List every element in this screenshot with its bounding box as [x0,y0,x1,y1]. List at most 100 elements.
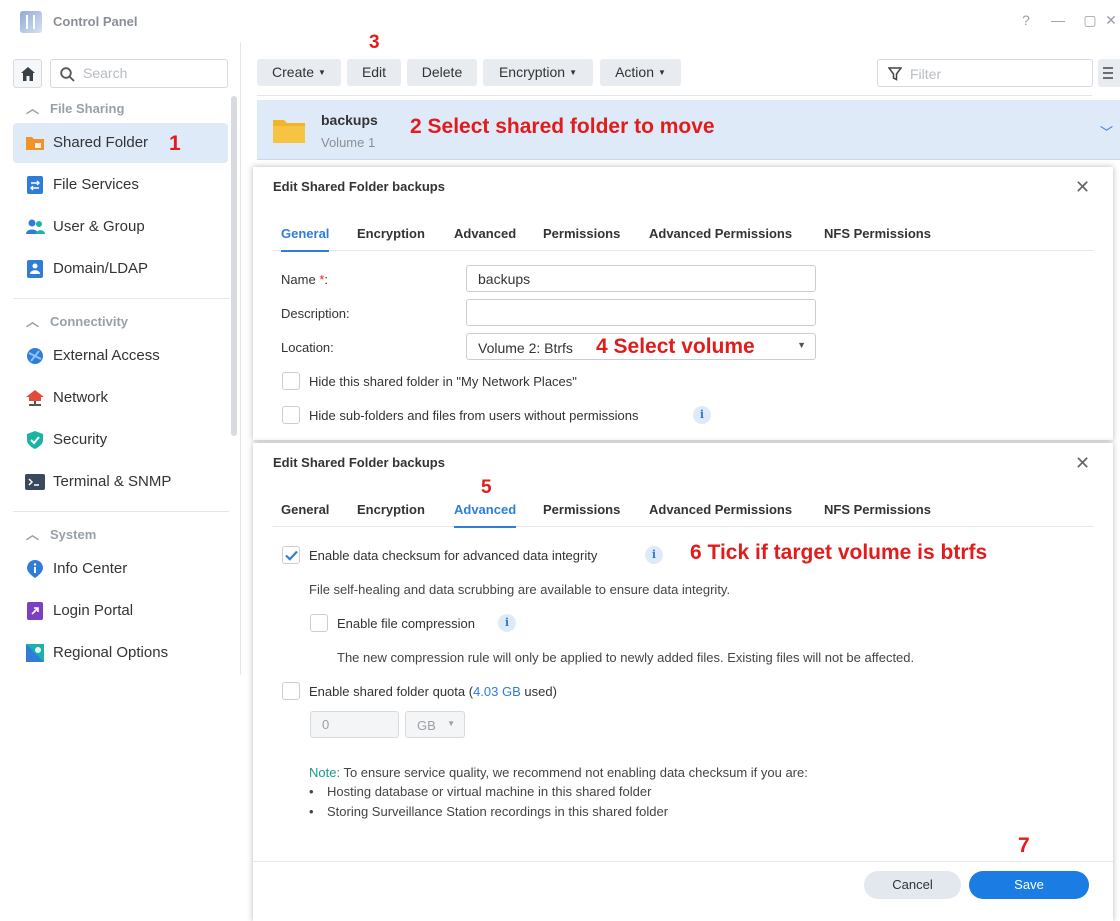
sidebar-item-external-access[interactable]: External Access [13,336,228,376]
control-panel-icon [20,11,42,33]
location-value: Volume 2: Btrfs [478,340,573,356]
name-label: Name *: [281,272,328,287]
annotation-step-2: 2 Select shared folder to move [410,115,715,138]
domain-ldap-icon [27,260,43,278]
sidebar-item-network[interactable]: Network [13,378,228,418]
chevron-up-icon: ︿ [26,527,40,542]
chevron-down-icon[interactable]: ﹀ [1100,122,1113,141]
info-icon[interactable]: i [693,406,711,424]
create-button[interactable]: Create ▼ [257,59,341,86]
dialog-tabs: General Encryption Advanced Permissions … [273,493,1093,528]
terminal-icon [25,474,45,490]
sidebar-item-label: File Services [53,176,139,193]
login-portal-icon [27,602,43,620]
minimize-icon[interactable]: — [1049,12,1067,28]
quota-label: Enable shared folder quota (4.03 GB used… [309,684,557,699]
sidebar-item-file-services[interactable]: File Services [13,165,228,205]
tab-permissions[interactable]: Permissions [543,226,620,241]
view-options-button[interactable] [1098,59,1120,87]
list-view-icon [1103,67,1113,79]
tab-permissions[interactable]: Permissions [543,502,620,517]
sidebar-item-login-portal[interactable]: Login Portal [13,591,228,631]
chevron-up-icon: ︿ [26,101,40,116]
annotation-step-6: 6 Tick if target volume is btrfs [690,541,988,564]
sidebar-item-security[interactable]: Security [13,420,228,460]
search-input[interactable] [83,65,223,81]
sidebar-item-label: Network [53,389,109,406]
edit-shared-folder-dialog-general: Edit Shared Folder backups ✕ General Enc… [253,167,1113,440]
section-system[interactable]: ︿ System [26,524,96,543]
sidebar-item-label: Info Center [53,560,128,577]
hide-subfolders-checkbox[interactable] [282,406,300,424]
cancel-button[interactable]: Cancel [864,871,961,899]
sidebar-item-user-group[interactable]: User & Group [13,207,228,247]
maximize-icon[interactable]: ▢ [1081,12,1099,29]
tab-advanced-permissions[interactable]: Advanced Permissions [649,226,792,241]
section-file-sharing[interactable]: ︿ File Sharing [26,98,124,117]
edit-button[interactable]: Edit [347,59,401,86]
name-field[interactable] [466,265,816,292]
tab-general[interactable]: General [281,226,330,252]
close-icon[interactable]: ✕ [1075,177,1090,198]
encryption-button[interactable]: Encryption ▼ [483,59,593,86]
data-checksum-label: Enable data checksum for advanced data i… [309,548,598,563]
chevron-up-icon: ︿ [26,314,40,329]
sidebar-item-regional-options[interactable]: Regional Options [13,633,228,673]
shared-folder-icon [26,137,44,150]
annotation-step-1: 1 [169,132,181,155]
annotation-step-5: 5 [481,477,492,498]
home-icon [21,67,35,81]
info-icon[interactable]: i [498,614,516,632]
sidebar-item-label: Security [53,431,108,448]
security-shield-icon [27,431,43,449]
sidebar-item-label: Domain/LDAP [53,260,149,277]
save-button[interactable]: Save [969,871,1089,899]
sidebar-item-terminal-snmp[interactable]: Terminal & SNMP [13,462,228,502]
quota-checkbox[interactable] [282,682,300,700]
tab-nfs-permissions[interactable]: NFS Permissions [824,226,931,241]
sidebar-search[interactable] [50,59,228,88]
tab-encryption[interactable]: Encryption [357,226,425,241]
sidebar-item-shared-folder[interactable]: Shared Folder [13,123,228,163]
annotation-step-4: 4 Select volume [596,335,759,359]
description-field[interactable] [466,299,816,326]
hide-network-places-checkbox[interactable] [282,372,300,390]
quota-used-link[interactable]: 4.03 GB [473,684,521,699]
tab-nfs-permissions[interactable]: NFS Permissions [824,502,931,517]
annotation-step-7: 7 [1018,834,1030,857]
dialog-title: Edit Shared Folder backups [273,455,445,470]
help-icon[interactable]: ? [1017,12,1035,28]
tab-advanced[interactable]: Advanced [454,502,517,528]
tab-advanced-permissions[interactable]: Advanced Permissions [649,502,792,517]
caret-down-icon: ▼ [658,68,666,77]
sidebar-item-info-center[interactable]: Info Center [13,549,228,589]
dialog-title: Edit Shared Folder backups [273,179,445,194]
file-compression-label: Enable file compression [337,616,476,631]
toolbar-divider [257,95,1092,96]
info-icon[interactable]: i [645,546,663,564]
tab-advanced[interactable]: Advanced [454,226,516,241]
quota-unit-select[interactable]: GB ▼ [405,711,465,738]
quota-size-input[interactable]: 0 [310,711,399,738]
sidebar-item-label: Terminal & SNMP [53,473,172,490]
dialog-footer-divider [253,861,1113,862]
sidebar-item-domain-ldap[interactable]: Domain/LDAP [13,249,228,289]
section-connectivity[interactable]: ︿ Connectivity [26,311,128,330]
data-checksum-checkbox[interactable] [282,546,300,564]
sidebar-divider [13,511,229,512]
file-compression-checkbox[interactable] [310,614,328,632]
close-icon[interactable]: ✕ [1102,12,1120,29]
close-icon[interactable]: ✕ [1075,453,1090,474]
tab-encryption[interactable]: Encryption [357,502,425,517]
caret-down-icon: ▼ [447,719,455,728]
caret-down-icon: ▼ [797,340,806,350]
delete-button[interactable]: Delete [407,59,477,86]
filter-box[interactable] [877,59,1093,87]
network-icon [26,390,44,406]
sidebar-scrollbar[interactable] [231,96,237,436]
filter-input[interactable] [910,66,1080,82]
tab-general[interactable]: General [281,502,329,517]
action-button[interactable]: Action ▼ [600,59,681,86]
hide-network-places-label: Hide this shared folder in "My Network P… [309,374,577,389]
home-button[interactable] [13,59,42,88]
